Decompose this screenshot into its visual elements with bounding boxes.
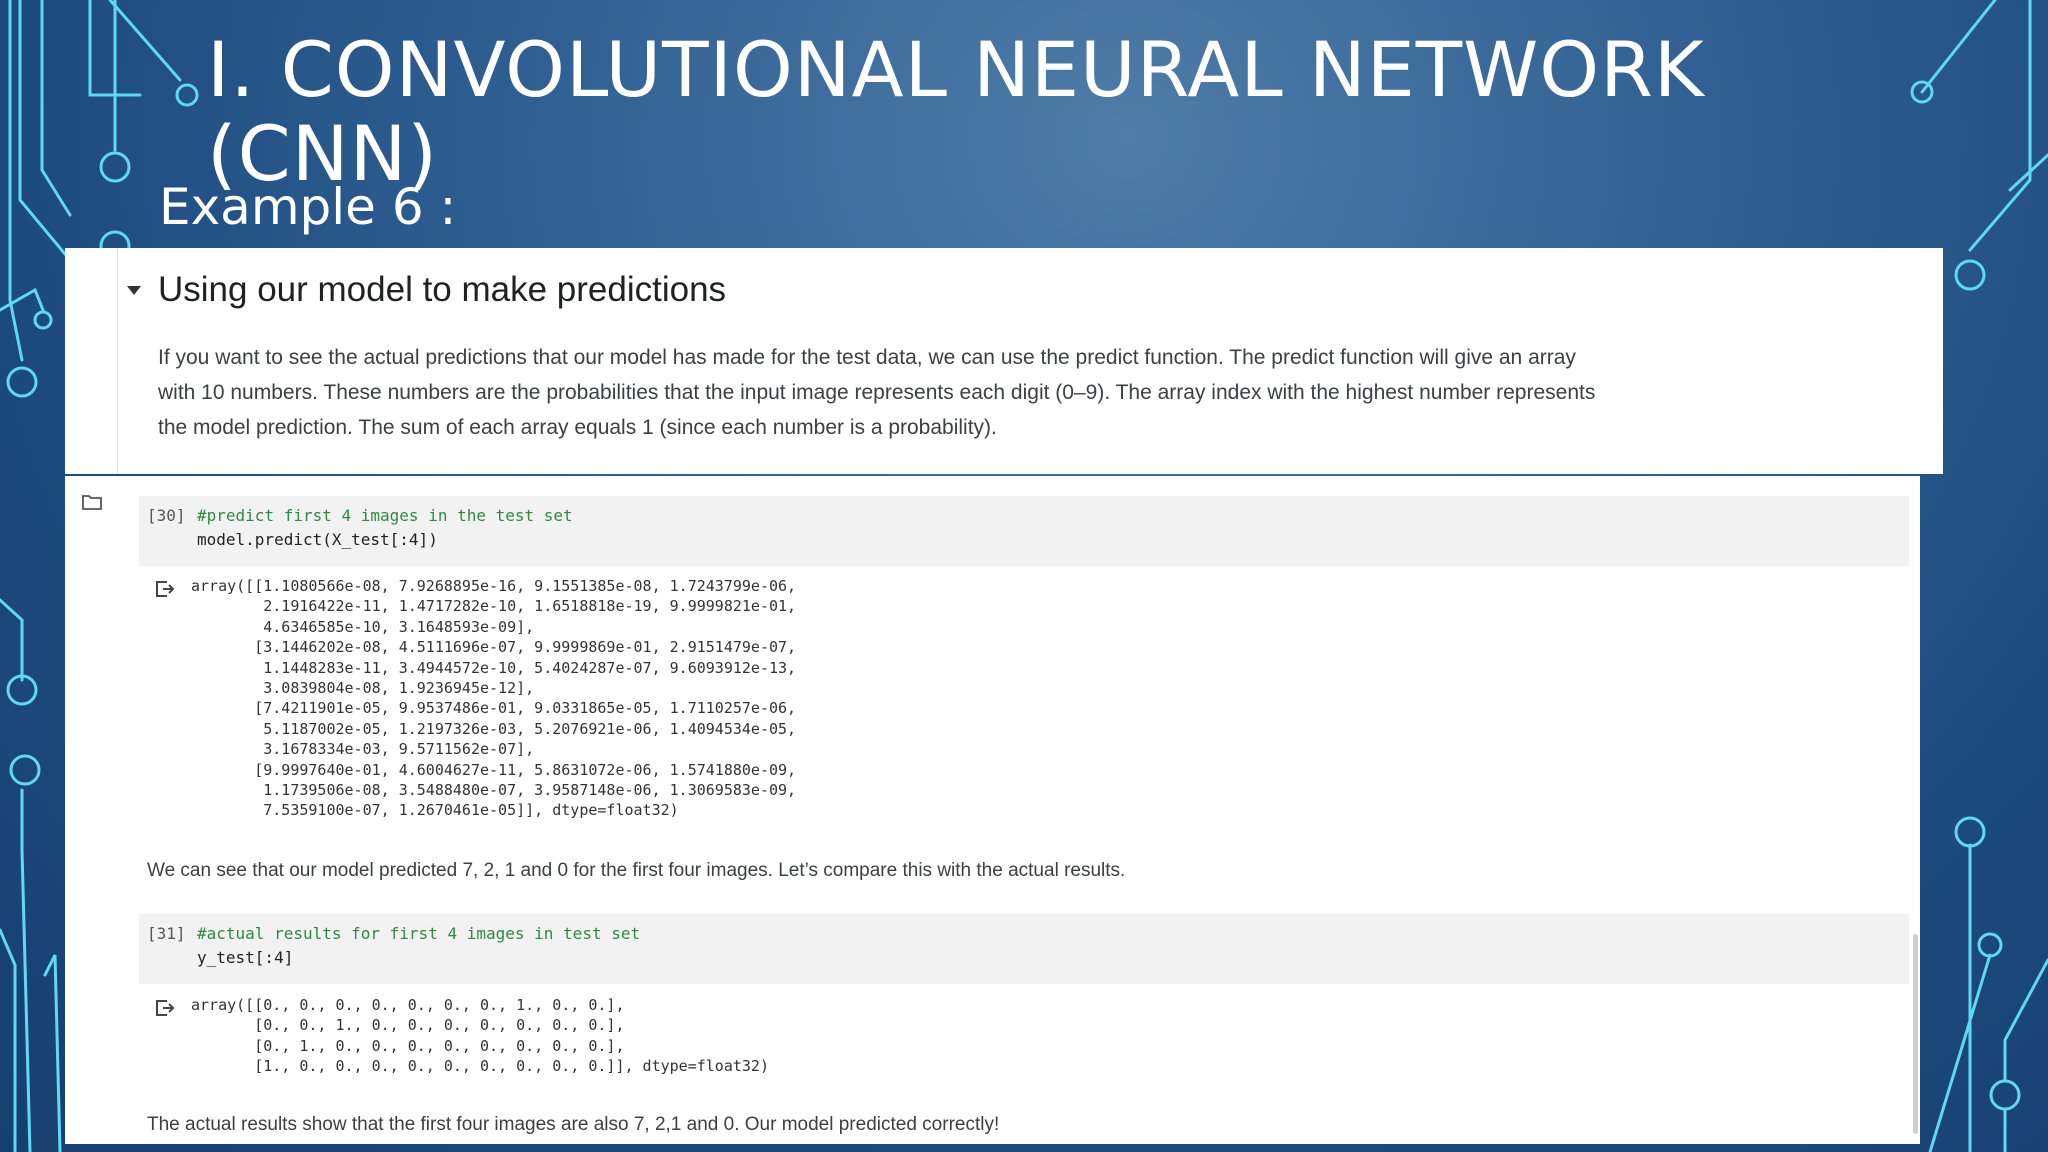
run-output-icon[interactable] (155, 580, 175, 598)
scrollbar[interactable] (1913, 934, 1918, 1134)
code-comment: #predict first 4 images in the test set (197, 506, 573, 525)
cell-output-predictions: array([[1.1080566e-08, 7.9268895e-16, 9.… (191, 577, 797, 820)
code-cell-actual[interactable]: [31] #actual results for first 4 images … (139, 914, 1909, 984)
cell-divider (117, 248, 118, 474)
cell-execution-count: [30] (147, 506, 186, 525)
cell-execution-count: [31] (147, 924, 186, 943)
slide-subtitle: Example 6 : (159, 178, 457, 236)
notebook-code-area: [30] #predict first 4 images in the test… (65, 476, 1920, 1144)
code-line: y_test[:4] (197, 948, 294, 967)
note-predicted: We can see that our model predicted 7, 2… (147, 860, 1126, 881)
section-heading: Using our model to make predictions (158, 270, 727, 309)
code-cell-predict[interactable]: [30] #predict first 4 images in the test… (139, 496, 1909, 566)
slide-title: I. CONVOLUTIONAL NEURAL NETWORK (CNN) (207, 25, 1705, 198)
cell-output-actual: array([[0., 0., 0., 0., 0., 0., 0., 1., … (191, 996, 769, 1076)
intro-text: If you want to see the actual prediction… (158, 346, 1596, 439)
note-actual: The actual results show that the first f… (147, 1114, 1000, 1135)
run-output-icon[interactable] (155, 999, 175, 1017)
code-line: model.predict(X_test[:4]) (197, 530, 438, 549)
collapse-arrow-icon[interactable] (127, 286, 141, 295)
folder-icon[interactable] (81, 493, 103, 511)
code-comment: #actual results for first 4 images in te… (197, 924, 641, 943)
notebook-text-cell: Using our model to make predictions If y… (65, 248, 1943, 474)
